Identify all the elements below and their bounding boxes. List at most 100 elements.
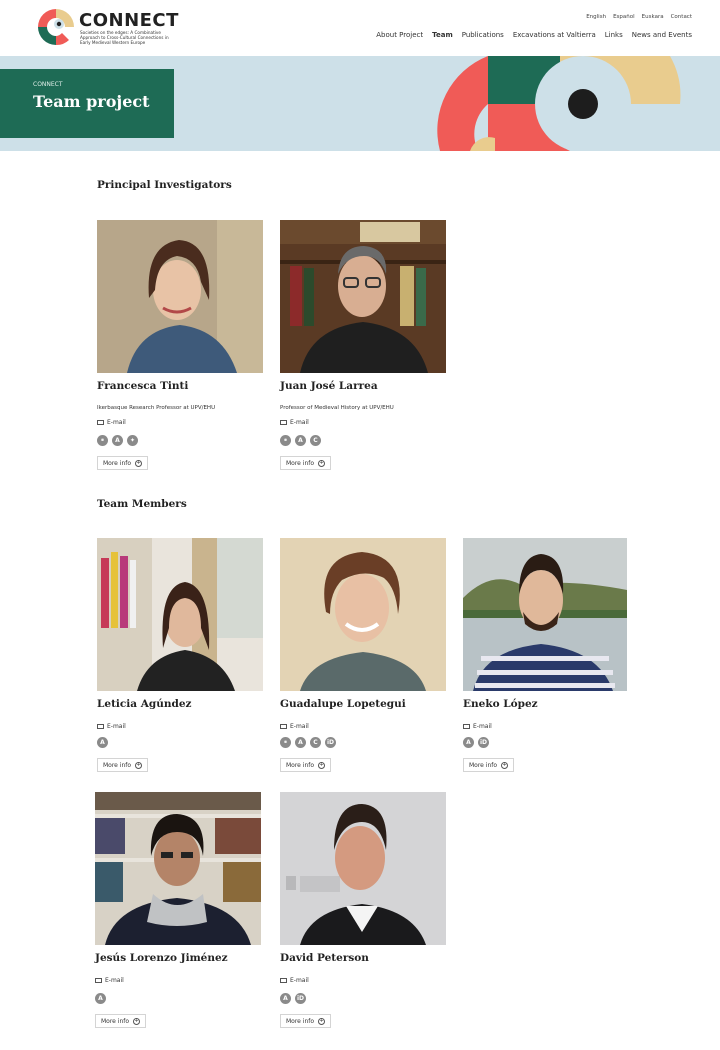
envelope-icon [280, 724, 287, 729]
site-header: CONNECT Societies on the edges: A Combin… [0, 0, 720, 56]
academia-icon[interactable]: A [280, 993, 291, 1004]
person-card: Leticia Agúndez E-mail A More info + [97, 538, 267, 778]
logo-title: CONNECT [79, 10, 179, 31]
nav-about-project[interactable]: About Project [376, 31, 423, 39]
profile-links: A [97, 737, 108, 748]
email-link[interactable]: E-mail [97, 723, 126, 730]
email-label: E-mail [107, 723, 126, 730]
academia-icon[interactable]: A [95, 993, 106, 1004]
more-info-button[interactable]: More info + [280, 1014, 332, 1028]
person-card: Eneko López E-mail A iD More info + [463, 538, 633, 778]
plus-circle-icon: + [318, 459, 326, 467]
more-info-button[interactable]: More info + [95, 1014, 147, 1028]
more-info-button[interactable]: More info + [280, 758, 332, 772]
site-logo[interactable]: CONNECT Societies on the edges: A Combin… [35, 6, 178, 50]
orcid-icon[interactable]: iD [295, 993, 306, 1004]
academia-icon[interactable]: A [295, 435, 306, 446]
more-info-label: More info [103, 761, 132, 769]
nav-news-events[interactable]: News and Events [632, 31, 692, 39]
person-card: David Peterson E-mail A iD More info + [280, 792, 450, 1032]
person-photo [280, 538, 446, 691]
lang-euskara[interactable]: Euskara [642, 14, 664, 20]
more-info-button[interactable]: More info + [463, 758, 515, 772]
email-link[interactable]: E-mail [95, 977, 124, 984]
person-photo [95, 792, 261, 945]
person-name: David Peterson [280, 952, 369, 964]
envelope-icon [97, 420, 104, 425]
twitter-icon[interactable]: ✦ [127, 435, 138, 446]
plus-circle-icon: + [318, 1017, 326, 1025]
copyright-icon[interactable]: C [310, 435, 321, 446]
section-title-members: Team Members [97, 498, 187, 510]
email-link[interactable]: E-mail [97, 419, 126, 426]
email-label: E-mail [290, 977, 309, 984]
copyright-icon[interactable]: C [310, 737, 321, 748]
email-label: E-mail [290, 723, 309, 730]
academia-icon[interactable]: A [112, 435, 123, 446]
person-photo [97, 220, 263, 373]
plus-circle-icon: + [501, 761, 509, 769]
banner-title-box: CONNECT Team project [0, 69, 174, 138]
more-info-label: More info [286, 459, 315, 467]
envelope-icon [280, 420, 287, 425]
person-name: Leticia Agúndez [97, 698, 192, 710]
profile-links: A iD [463, 737, 489, 748]
email-link[interactable]: E-mail [280, 419, 309, 426]
profile-links: ⚭ A ✦ [97, 435, 138, 446]
profile-links: A iD [280, 993, 306, 1004]
orcid-icon[interactable]: iD [325, 737, 336, 748]
nav-excavations[interactable]: Excavations at Valtierra [513, 31, 596, 39]
logo-mark-icon [38, 9, 74, 46]
person-photo [280, 792, 446, 945]
banner-decoration-icon [437, 56, 681, 151]
lang-espanol[interactable]: Español [613, 14, 635, 20]
person-name: Jesús Lorenzo Jiménez [95, 952, 228, 964]
main-nav: About Project Team Publications Excavati… [376, 31, 692, 39]
link-icon[interactable]: ⚭ [280, 435, 291, 446]
link-icon[interactable]: ⚭ [97, 435, 108, 446]
person-photo [280, 220, 446, 373]
nav-team[interactable]: Team [432, 31, 453, 39]
page-banner: CONNECT Team project [0, 56, 720, 151]
email-link[interactable]: E-mail [280, 723, 309, 730]
nav-publications[interactable]: Publications [462, 31, 504, 39]
profile-links: A [95, 993, 106, 1004]
lang-english[interactable]: English [586, 14, 606, 20]
profile-links: ⚭ A C [280, 435, 321, 446]
email-link[interactable]: E-mail [463, 723, 492, 730]
more-info-label: More info [101, 1017, 130, 1025]
academia-icon[interactable]: A [97, 737, 108, 748]
email-label: E-mail [105, 977, 124, 984]
envelope-icon [95, 978, 102, 983]
nav-links[interactable]: Links [605, 31, 623, 39]
envelope-icon [280, 978, 287, 983]
plus-circle-icon: + [318, 761, 326, 769]
banner-kicker: CONNECT [33, 81, 63, 88]
more-info-button[interactable]: More info + [97, 758, 149, 772]
more-info-label: More info [286, 1017, 315, 1025]
email-label: E-mail [290, 419, 309, 426]
email-label: E-mail [107, 419, 126, 426]
academia-icon[interactable]: A [463, 737, 474, 748]
link-icon[interactable]: ⚭ [280, 737, 291, 748]
more-info-button[interactable]: More info + [280, 456, 332, 470]
person-card: Juan José Larrea Professor of Medieval H… [280, 220, 450, 475]
person-photo [463, 538, 627, 691]
person-name: Juan José Larrea [280, 380, 378, 392]
profile-links: ⚭ A C iD [280, 737, 336, 748]
person-card: Francesca Tinti Ikerbasque Research Prof… [97, 220, 267, 475]
page-title: Team project [33, 92, 150, 111]
envelope-icon [97, 724, 104, 729]
orcid-icon[interactable]: iD [478, 737, 489, 748]
logo-subtitle: Societies on the edges: A Combinative Ap… [80, 30, 169, 45]
person-role: Ikerbasque Research Professor at UPV/EHU [97, 405, 216, 411]
plus-circle-icon: + [135, 761, 143, 769]
person-name: Francesca Tinti [97, 380, 189, 392]
person-card: Jesús Lorenzo Jiménez E-mail A More info… [95, 792, 265, 1032]
academia-icon[interactable]: A [295, 737, 306, 748]
section-title-pis: Principal Investigators [97, 179, 232, 191]
email-link[interactable]: E-mail [280, 977, 309, 984]
email-label: E-mail [473, 723, 492, 730]
contact-link[interactable]: Contact [671, 14, 692, 20]
more-info-button[interactable]: More info + [97, 456, 149, 470]
